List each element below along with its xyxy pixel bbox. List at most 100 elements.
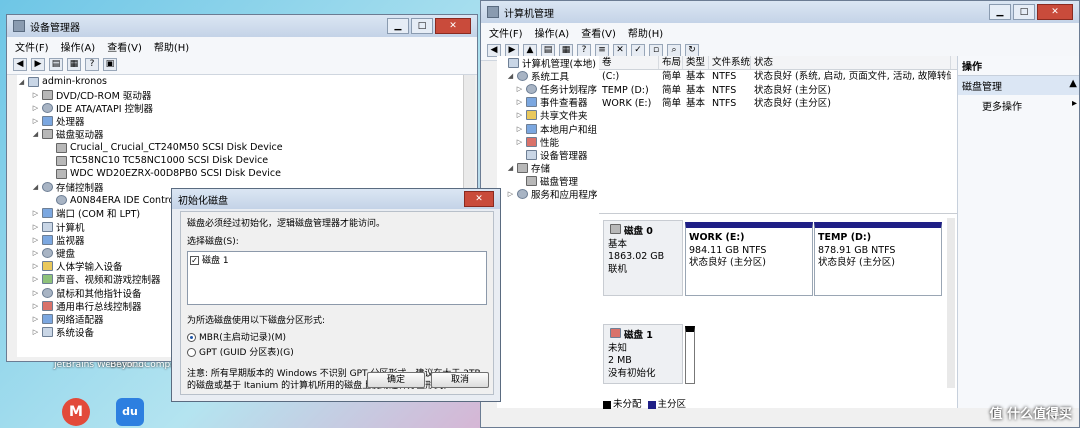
expand-toggle-icon[interactable]: ▷ <box>515 138 524 146</box>
title-bar[interactable]: 计算机管理 ▁ □ ✕ <box>481 1 1079 23</box>
expand-toggle-icon[interactable]: ▷ <box>31 236 40 244</box>
expand-toggle-icon[interactable]: ▷ <box>506 190 515 198</box>
tree-item[interactable]: ◢ 磁盘驱动器 <box>17 128 469 141</box>
actions-section-disk-management[interactable]: 磁盘管理 ▲ <box>958 76 1079 95</box>
tree-item-label: 本地用户和组 <box>540 124 598 136</box>
radio-mbr[interactable] <box>187 333 196 342</box>
column-status[interactable]: 状态 <box>751 56 951 69</box>
expand-toggle-icon[interactable]: ▷ <box>31 104 40 112</box>
expand-toggle-icon[interactable]: ▷ <box>31 223 40 231</box>
close-button[interactable]: ✕ <box>464 191 494 207</box>
tree-item[interactable]: TC58NC10 TC58NC1000 SCSI Disk Device <box>17 154 469 167</box>
tree-item[interactable]: Crucial_ Crucial_CT240M50 SCSI Disk Devi… <box>17 141 469 154</box>
menu-help[interactable]: 帮助(H) <box>628 25 663 40</box>
taskbar-app-icon[interactable]: du <box>116 398 144 426</box>
expand-toggle-icon[interactable]: ▷ <box>31 117 40 125</box>
gear-icon <box>517 70 528 81</box>
expand-toggle-icon[interactable]: ▷ <box>31 249 40 257</box>
tree-item[interactable]: ▷ DVD/CD-ROM 驱动器 <box>17 88 469 102</box>
computer-management-window: 计算机管理 ▁ □ ✕ 文件(F) 操作(A) 查看(V) 帮助(H) ◀ ▶ … <box>480 0 1080 428</box>
tree-item[interactable]: ◢ admin-kronos <box>17 75 469 88</box>
tree-item-label: 服务和应用程序 <box>531 190 598 202</box>
expand-toggle-icon[interactable]: ◢ <box>31 130 40 138</box>
disk-list-item[interactable]: ✓ 磁盘 1 <box>190 253 484 266</box>
forward-arrow-icon[interactable]: ▶ <box>31 58 45 71</box>
partition-work[interactable]: WORK (E:) 984.11 GB NTFS 状态良好 (主分区) <box>685 222 813 296</box>
column-type[interactable]: 类型 <box>683 56 709 69</box>
expand-toggle-icon[interactable]: ▷ <box>31 315 40 323</box>
column-volume[interactable]: 卷 <box>599 56 659 69</box>
column-filesystem[interactable]: 文件系统 <box>709 56 751 69</box>
close-button[interactable]: ✕ <box>1037 4 1073 20</box>
menu-action[interactable]: 操作(A) <box>535 25 570 40</box>
properties-icon[interactable]: ▦ <box>67 58 81 71</box>
menu-file[interactable]: 文件(F) <box>15 39 49 54</box>
partition-temp[interactable]: TEMP (D:) 878.91 GB NTFS 状态良好 (主分区) <box>814 222 942 296</box>
expand-toggle-icon[interactable]: ▷ <box>515 125 524 133</box>
expand-toggle-icon[interactable]: ▷ <box>31 302 40 310</box>
disk-icon <box>42 89 53 100</box>
expand-toggle-icon[interactable]: ▷ <box>31 209 40 217</box>
more-actions-item[interactable]: 更多操作 ▸ <box>958 95 1079 113</box>
tree-item-label: 计算机管理(本地) <box>522 58 596 70</box>
option-gpt[interactable]: GPT (GUID 分区表)(G) <box>187 345 487 358</box>
expand-toggle-icon[interactable]: ◢ <box>31 183 40 191</box>
expand-toggle-icon[interactable]: ▷ <box>515 85 524 93</box>
tree-item[interactable]: ▷ IDE ATA/ATAPI 控制器 <box>17 101 469 115</box>
expand-toggle-icon[interactable]: ▷ <box>31 262 40 270</box>
close-button[interactable]: ✕ <box>435 18 471 34</box>
volume-name: WORK (E:) <box>602 98 652 109</box>
title-bar[interactable]: 初始化磁盘 ✕ <box>172 189 500 209</box>
volume-row[interactable]: (C:) 简单 基本 NTFS 状态良好 (系统, 启动, 页面文件, 活动, 故障转储… <box>599 70 957 84</box>
menu-action[interactable]: 操作(A) <box>61 39 96 54</box>
disk-checkbox[interactable]: ✓ <box>190 256 199 265</box>
expand-toggle-icon[interactable]: ▷ <box>31 328 40 336</box>
tree-item[interactable]: ▷ 处理器 <box>17 115 469 128</box>
volume-filesystem: NTFS <box>712 71 737 82</box>
maximize-button[interactable]: □ <box>1013 4 1035 20</box>
cancel-button[interactable]: 取消 <box>431 372 489 388</box>
expand-toggle-icon[interactable]: ▷ <box>515 98 524 106</box>
disk-1-label[interactable]: 磁盘 1 未知 2 MB 没有初始化 <box>603 324 683 384</box>
tree-item[interactable]: WDC WD20EZRX-00D8PB0 SCSI Disk Device <box>17 167 469 180</box>
menu-view[interactable]: 查看(V) <box>107 39 142 54</box>
show-hide-tree-icon[interactable]: ▤ <box>49 58 63 71</box>
help-icon[interactable]: ? <box>85 58 99 71</box>
expand-toggle-icon[interactable]: ◢ <box>17 78 26 86</box>
option-mbr[interactable]: MBR(主启动记录)(M) <box>187 330 487 343</box>
expand-toggle-icon[interactable]: ▷ <box>31 275 40 283</box>
title-bar[interactable]: 设备管理器 ▁ □ ✕ <box>7 15 477 37</box>
scan-hardware-icon[interactable]: ▣ <box>103 58 117 71</box>
gear-icon <box>42 248 53 259</box>
collapse-icon[interactable]: ▲ <box>1069 78 1077 93</box>
taskbar-app-icon[interactable]: M <box>62 398 90 426</box>
ok-button[interactable]: 确定 <box>367 372 425 388</box>
volume-row[interactable]: TEMP (D:) 简单 基本 NTFS 状态良好 (主分区) <box>599 84 957 98</box>
partition-size: 984.11 GB NTFS <box>689 244 767 256</box>
intro-text: 磁盘必须经过初始化，逻辑磁盘管理器才能访问。 <box>187 219 386 229</box>
menu-view[interactable]: 查看(V) <box>581 25 616 40</box>
tree-item-label: DVD/CD-ROM 驱动器 <box>56 90 152 102</box>
menu-help[interactable]: 帮助(H) <box>154 39 189 54</box>
expand-toggle-icon[interactable]: ◢ <box>506 164 515 172</box>
yellow-icon <box>42 261 53 272</box>
column-layout[interactable]: 布局 <box>659 56 683 69</box>
radio-gpt[interactable] <box>187 348 196 357</box>
disk-type: 未知 <box>608 342 628 354</box>
maximize-button[interactable]: □ <box>411 18 433 34</box>
back-arrow-icon[interactable]: ◀ <box>13 58 27 71</box>
disk-map-scrollbar[interactable] <box>947 218 955 388</box>
expand-toggle-icon[interactable]: ▷ <box>31 289 40 297</box>
minimize-button[interactable]: ▁ <box>387 18 409 34</box>
disk-list[interactable]: ✓ 磁盘 1 <box>187 251 487 305</box>
expand-toggle-icon[interactable]: ◢ <box>506 72 515 80</box>
volume-type: 基本 <box>686 98 706 109</box>
unallocated-space[interactable] <box>685 326 695 384</box>
volume-row[interactable]: WORK (E:) 简单 基本 NTFS 状态良好 (主分区) <box>599 97 957 111</box>
disk-0-label[interactable]: 磁盘 0 基本 1863.02 GB 联机 <box>603 220 683 296</box>
toolbar: ◀ ▶ ▤ ▦ ? ▣ <box>7 55 477 75</box>
expand-toggle-icon[interactable]: ▷ <box>31 91 40 99</box>
expand-toggle-icon[interactable]: ▷ <box>515 111 524 119</box>
menu-file[interactable]: 文件(F) <box>489 25 523 40</box>
minimize-button[interactable]: ▁ <box>989 4 1011 20</box>
